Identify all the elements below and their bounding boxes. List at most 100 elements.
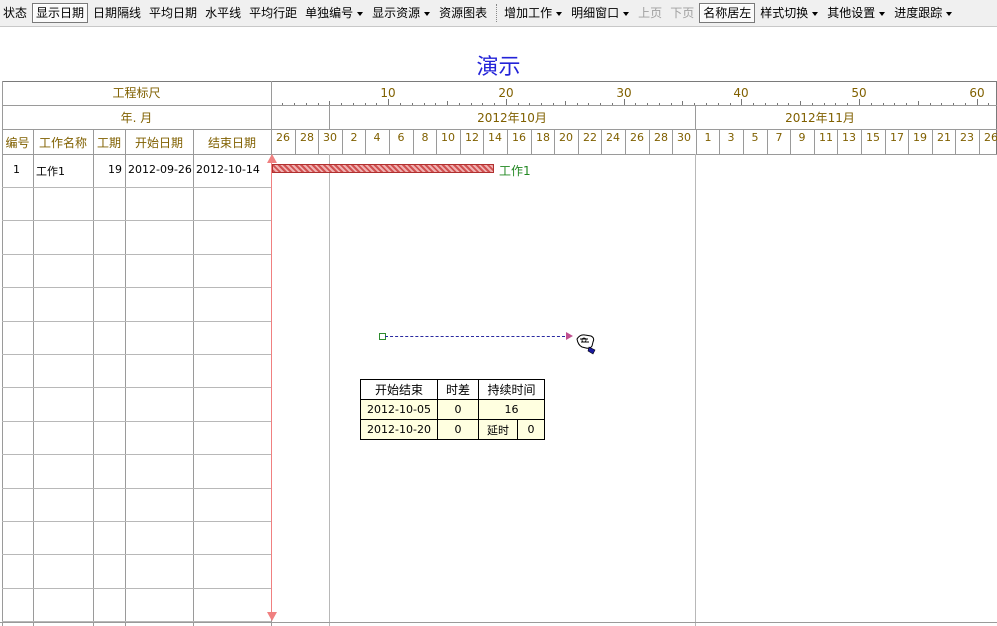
table-row-line — [2, 187, 271, 188]
day-divider — [578, 129, 579, 154]
toolbar-separator — [496, 4, 498, 22]
toolbar-button-3[interactable]: 平均日期 — [146, 3, 200, 23]
day-divider — [814, 129, 815, 154]
day-label: 30 — [677, 131, 691, 144]
day-label: 26 — [984, 131, 997, 144]
day-label: 1 — [704, 131, 712, 144]
header-divider — [2, 129, 997, 130]
status-line-bottom-arrow[interactable] — [267, 612, 277, 621]
scale-tick — [376, 103, 377, 105]
scale-tick — [941, 103, 942, 105]
toolbar-button-6[interactable]: 单独编号 — [302, 3, 367, 23]
toolbar-button-16[interactable]: 进度跟踪 — [891, 3, 956, 23]
chart-title: 演示 — [476, 55, 521, 80]
scale-tick — [953, 103, 954, 105]
day-label: 28 — [300, 131, 314, 144]
popup-end-date: 2012-10-20 — [360, 419, 438, 440]
toolbar-button-11: 上页 — [638, 6, 663, 20]
scale-tick — [365, 103, 366, 105]
toolbar-button-14[interactable]: 样式切换 — [757, 3, 822, 23]
scale-tick — [706, 103, 707, 105]
day-divider — [436, 129, 437, 154]
column-divider — [93, 129, 94, 626]
table-row-line — [2, 220, 271, 221]
popup-end-slack: 0 — [437, 419, 479, 440]
day-label: 22 — [583, 131, 597, 144]
day-divider — [601, 129, 602, 154]
toolbar-button-5[interactable]: 平均行距 — [246, 3, 300, 23]
toolbar-button-4[interactable]: 水平线 — [202, 3, 244, 23]
scale-tick — [459, 103, 460, 105]
day-label: 15 — [866, 131, 880, 144]
toolbar-button-1[interactable]: 显示日期 — [32, 3, 89, 23]
column-header-start[interactable]: 开始日期 — [125, 134, 193, 151]
toolbar-button-7[interactable]: 显示资源 — [369, 3, 434, 23]
day-divider — [696, 129, 697, 154]
scale-tick — [988, 103, 989, 105]
column-header-name[interactable]: 工作名称 — [33, 134, 93, 151]
toolbar-button-8[interactable]: 资源图表 — [436, 3, 490, 23]
hand-cursor-icon — [576, 334, 596, 355]
day-label: 2 — [350, 131, 358, 144]
popup-start-date: 2012-10-05 — [360, 399, 438, 420]
scale-tick — [682, 101, 683, 105]
column-divider — [125, 129, 126, 626]
day-label: 8 — [421, 131, 429, 144]
scale-tick — [730, 103, 731, 105]
day-divider — [790, 129, 791, 154]
scale-tick — [588, 103, 589, 105]
month-label: 2012年10月 — [477, 111, 547, 125]
scale-tick — [553, 103, 554, 105]
toolbar-button-10[interactable]: 明细窗口 — [568, 3, 633, 23]
day-divider — [483, 129, 484, 154]
day-label: 23 — [960, 131, 974, 144]
scale-tick — [753, 103, 754, 105]
row-start-date[interactable]: 2012-09-26 — [128, 163, 192, 176]
scale-tick — [494, 103, 495, 105]
table-row-line — [2, 454, 271, 455]
popup-start-slack: 0 — [437, 399, 479, 420]
status-line-top-arrow[interactable] — [267, 154, 277, 163]
table-bottom-border — [0, 622, 997, 623]
popup-header-start-end: 开始结束 — [360, 379, 438, 400]
toolbar-button-2[interactable]: 日期隔线 — [90, 3, 144, 23]
scale-tick — [318, 103, 319, 105]
status-line[interactable] — [271, 160, 272, 616]
gantt-task-bar[interactable] — [272, 164, 494, 173]
scale-tick — [718, 103, 719, 105]
day-divider — [932, 129, 933, 154]
header-divider — [2, 105, 997, 106]
scale-tick-label: 50 — [851, 86, 867, 100]
row-duration[interactable]: 19 — [93, 163, 122, 176]
toolbar-button-0[interactable]: 状态 — [0, 3, 30, 23]
row-end-date[interactable]: 2012-10-14 — [196, 163, 260, 176]
day-divider — [861, 129, 862, 154]
scale-tick-label: 30 — [616, 86, 632, 100]
toolbar-button-15[interactable]: 其他设置 — [824, 3, 889, 23]
scale-tick — [600, 103, 601, 105]
scale-tick — [612, 103, 613, 105]
month-gridline — [329, 154, 330, 626]
scale-tick — [965, 103, 966, 105]
day-divider — [672, 129, 673, 154]
column-header-end[interactable]: 结束日期 — [193, 134, 271, 151]
scale-tick — [412, 103, 413, 105]
toolbar-button-9[interactable]: 增加工作 — [501, 3, 566, 23]
table-row-line — [2, 421, 271, 422]
day-label: 19 — [913, 131, 927, 144]
scale-tick — [871, 103, 872, 105]
scale-tick — [883, 103, 884, 105]
day-label: 21 — [937, 131, 951, 144]
scale-tick — [930, 103, 931, 105]
day-label: 14 — [488, 131, 502, 144]
scale-tick — [800, 101, 801, 105]
toolbar-button-13[interactable]: 名称居左 — [699, 3, 756, 23]
column-header-id[interactable]: 编号 — [2, 134, 33, 151]
month-label: 2012年11月 — [785, 111, 855, 125]
column-divider — [193, 129, 194, 626]
scale-tick — [435, 103, 436, 105]
column-header-duration[interactable]: 工期 — [93, 134, 125, 151]
gantt-task-label: 工作1 — [499, 164, 531, 178]
day-divider — [295, 129, 296, 154]
row-name[interactable]: 工作1 — [36, 163, 65, 179]
